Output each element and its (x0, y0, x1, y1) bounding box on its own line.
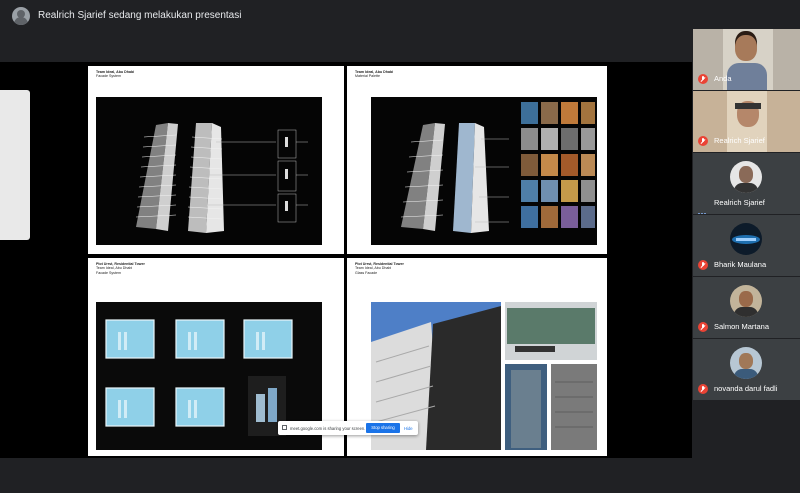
slide-subtitle: Team Ideal, Abu Dhabi (96, 266, 133, 271)
mic-off-icon (698, 384, 708, 394)
participant-name: Realrich Sjarief (714, 136, 765, 145)
avatar (730, 285, 762, 317)
slide-title: Team Ideal, Abu Dhabi (355, 70, 394, 74)
mic-off-icon (698, 74, 708, 84)
share-banner-text: meet.google.com is sharing your screen. (290, 426, 366, 431)
avatar (730, 161, 762, 193)
slide-caption: Facade System (96, 270, 121, 275)
speaking-indicator-icon (698, 202, 708, 214)
screen-share-icon (282, 425, 287, 430)
presentation-header: Realrich Sjarief sedang melakukan presen… (0, 0, 800, 32)
participant-tile[interactable]: Realrich Sjarief (693, 91, 800, 152)
participant-name: Anda (714, 74, 732, 83)
slide-subtitle: Team Ideal, Abu Dhabi (355, 266, 392, 271)
slide-title: Team Ideal, Abu Dhabi (96, 70, 135, 74)
participant-tile[interactable]: Anda (693, 29, 800, 90)
participant-tile[interactable]: Salmon Martana (693, 277, 800, 338)
avatar (730, 347, 762, 379)
slide-subtitle: Material Palette (355, 74, 380, 79)
mic-off-icon (698, 322, 708, 332)
material-diagram (371, 97, 597, 245)
participant-tile[interactable]: novanda darul fadli (693, 339, 800, 400)
slide-title: Plot Urrst, Residential Tower (355, 262, 404, 266)
participant-name: Bharik Maulana (714, 260, 767, 269)
slide-caption: Glass Facade (355, 270, 378, 275)
slide-material-palette: Team Ideal, Abu Dhabi Material Palette (347, 66, 607, 254)
mic-off-icon (698, 136, 708, 146)
participant-name: Salmon Martana (714, 322, 770, 331)
slide-title: Plot Urrst, Residential Tower (96, 262, 145, 266)
slide-subtitle: Facade System (96, 74, 121, 79)
participant-tile[interactable]: Realrich Sjarief (693, 153, 800, 214)
participant-name: novanda darul fadli (714, 384, 778, 393)
mic-off-icon (698, 260, 708, 270)
presenter-avatar (12, 7, 30, 25)
bottom-bar (0, 458, 692, 493)
participant-tile[interactable]: Bharik Maulana (693, 215, 800, 276)
screen-share-banner: meet.google.com is sharing your screen. … (278, 421, 418, 435)
presenter-status: Realrich Sjarief sedang melakukan presen… (38, 10, 242, 21)
participant-name: Realrich Sjarief (714, 198, 765, 207)
stop-sharing-button[interactable]: Stop sharing (366, 423, 400, 433)
avatar (730, 223, 762, 255)
hide-banner-button[interactable]: Hide (404, 426, 413, 431)
side-panel[interactable] (0, 90, 30, 240)
slide-facade-system: Team Ideal, Abu Dhabi Facade System (88, 66, 344, 254)
facade-diagram (96, 97, 322, 245)
